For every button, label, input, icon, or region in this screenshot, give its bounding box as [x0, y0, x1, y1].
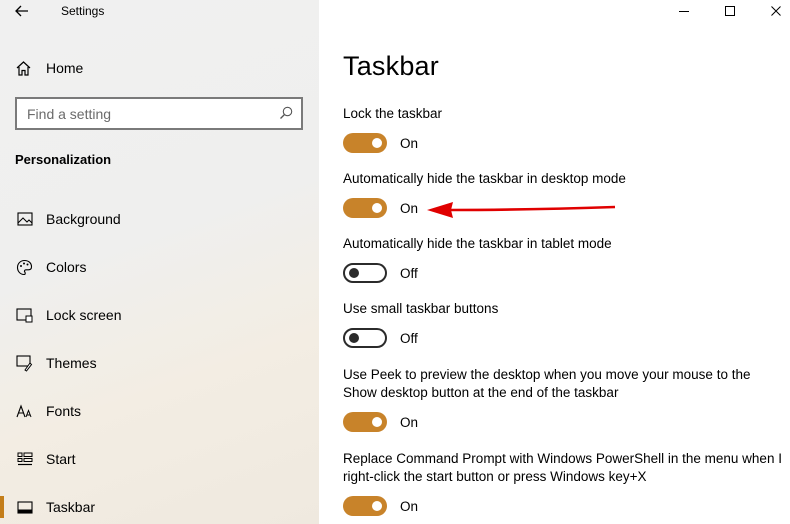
toggle-state-label: On	[400, 498, 419, 514]
brush-icon	[16, 354, 33, 372]
home-link[interactable]: Home	[15, 58, 83, 78]
setting-label-autohide-tablet: Automatically hide the taskbar in tablet…	[343, 236, 612, 251]
back-button[interactable]	[12, 2, 32, 20]
setting-label-small-buttons: Use small taskbar buttons	[343, 301, 499, 316]
start-icon	[16, 451, 33, 468]
toggle-knob	[349, 268, 359, 278]
setting-lock-taskbar: On	[343, 133, 418, 153]
setting-peek: On	[343, 412, 418, 432]
lock-taskbar-toggle[interactable]	[343, 133, 387, 153]
toggle-state-label: Off	[400, 330, 418, 346]
setting-label-lock-taskbar: Lock the taskbar	[343, 106, 443, 121]
annotation-arrow-icon	[427, 202, 616, 218]
sidebar-item-colors[interactable]: Colors	[0, 247, 319, 287]
minimize-icon	[679, 11, 689, 12]
search-box[interactable]	[15, 97, 303, 130]
back-arrow-icon	[15, 5, 28, 17]
maximize-button[interactable]	[707, 0, 753, 22]
home-label: Home	[46, 60, 84, 76]
autohide-desktop-toggle[interactable]	[343, 198, 387, 218]
setting-label-peek: Use Peek to preview the desktop when you…	[343, 367, 751, 400]
peek-toggle[interactable]	[343, 412, 387, 432]
toggle-state-label: On	[400, 414, 419, 430]
toggle-knob	[372, 203, 382, 213]
toggle-knob	[372, 417, 382, 427]
setting-label-autohide-desktop: Automatically hide the taskbar in deskto…	[343, 171, 626, 186]
toggle-state-label: On	[400, 135, 419, 151]
sidebar-item-label: Start	[46, 451, 76, 467]
selected-indicator	[0, 496, 4, 518]
toggle-state-label: Off	[400, 265, 418, 281]
page-title: Taskbar	[343, 51, 439, 81]
close-icon	[771, 6, 781, 16]
autohide-tablet-toggle[interactable]	[343, 263, 387, 283]
sidebar-item-label: Background	[46, 211, 121, 227]
sidebar-item-fonts[interactable]: Fonts	[0, 391, 319, 431]
font-icon	[16, 403, 33, 420]
setting-powershell: On	[343, 496, 418, 516]
sidebar-item-taskbar[interactable]: Taskbar	[0, 487, 319, 524]
toggle-knob	[349, 333, 359, 343]
setting-small-buttons: Off	[343, 328, 418, 348]
setting-label-powershell: Replace Command Prompt with Windows Powe…	[343, 451, 782, 484]
lock-screen-icon	[16, 307, 33, 324]
sidebar-item-label: Lock screen	[46, 307, 122, 323]
sidebar-item-start[interactable]: Start	[0, 439, 319, 479]
search-input[interactable]	[17, 99, 267, 128]
toggle-knob	[372, 138, 382, 148]
sidebar-item-label: Colors	[46, 259, 87, 275]
sidebar-item-themes[interactable]: Themes	[0, 343, 319, 383]
sidebar-item-background[interactable]: Background	[0, 199, 319, 239]
minimize-button[interactable]	[661, 0, 707, 22]
maximize-icon	[725, 6, 735, 16]
small-buttons-toggle[interactable]	[343, 328, 387, 348]
sidebar: Settings Home Personalization Background…	[0, 0, 319, 524]
toggle-state-label: On	[400, 200, 419, 216]
palette-icon	[16, 259, 33, 276]
search-icon[interactable]	[279, 106, 293, 120]
section-title: Personalization	[15, 152, 112, 167]
toggle-knob	[372, 501, 382, 511]
sidebar-item-label: Themes	[46, 355, 97, 371]
picture-icon	[16, 211, 33, 228]
home-icon	[16, 60, 31, 76]
setting-autohide-tablet: Off	[343, 263, 418, 283]
setting-autohide-desktop: On	[343, 198, 418, 218]
app-title: Settings	[61, 4, 105, 18]
close-button[interactable]	[753, 0, 790, 22]
sidebar-item-label: Fonts	[46, 403, 82, 419]
sidebar-item-lock-screen[interactable]: Lock screen	[0, 295, 319, 335]
sidebar-item-label: Taskbar	[46, 499, 96, 515]
taskbar-icon	[16, 499, 33, 516]
powershell-toggle[interactable]	[343, 496, 387, 516]
